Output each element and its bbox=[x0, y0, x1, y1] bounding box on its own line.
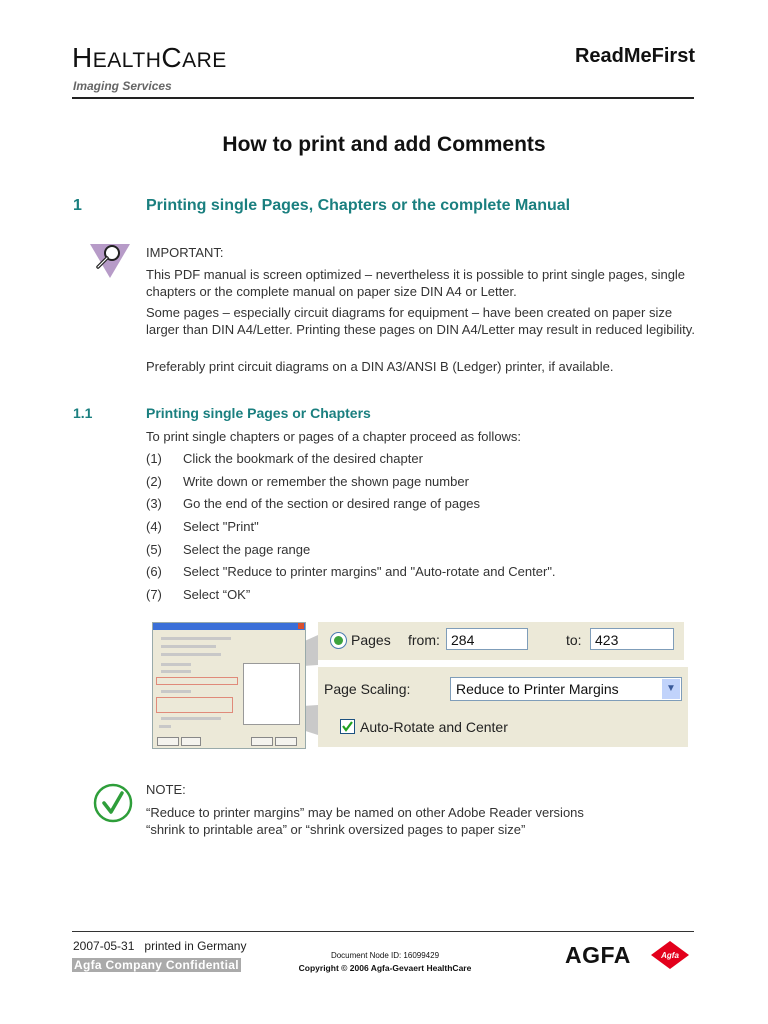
step-number: (7) bbox=[146, 587, 162, 603]
thumb-line bbox=[161, 645, 216, 648]
note-text: “Reduce to printer margins” may be named… bbox=[146, 805, 706, 838]
brand-letters: EALTH bbox=[92, 49, 162, 72]
pages-label: Pages bbox=[351, 632, 391, 648]
step-text: Select "Reduce to printer margins" and "… bbox=[183, 564, 556, 580]
thumb-line bbox=[161, 663, 191, 666]
note-line: “Reduce to printer margins” may be named… bbox=[146, 805, 584, 820]
note-label: NOTE: bbox=[146, 782, 186, 797]
checkmark-circle-icon bbox=[92, 782, 134, 824]
from-page-input[interactable]: 284 bbox=[446, 628, 528, 650]
page-range-panel: Pages from: 284 to: 423 bbox=[318, 622, 684, 660]
doc-label: ReadMeFirst bbox=[574, 45, 695, 67]
important-paragraph: Some pages – especially circuit diagrams… bbox=[146, 305, 695, 337]
close-icon bbox=[298, 623, 304, 629]
list-item: (1) Click the bookmark of the desired cha… bbox=[146, 451, 556, 474]
brand-letter: H bbox=[72, 42, 93, 73]
step-text: Go the end of the section or desired ran… bbox=[183, 496, 481, 512]
important-label: IMPORTANT: bbox=[146, 245, 224, 260]
thumb-line bbox=[161, 637, 231, 640]
pages-radio[interactable] bbox=[330, 632, 347, 649]
step-number: (6) bbox=[146, 564, 162, 580]
brand-letters: ARE bbox=[182, 49, 227, 72]
thumb-button bbox=[275, 737, 297, 746]
thumb-preview bbox=[243, 663, 300, 725]
list-item: (6) Select "Reduce to printer margins" an… bbox=[146, 564, 556, 587]
thumb-line bbox=[161, 690, 191, 693]
important-paragraph: Preferably print circuit diagrams on a D… bbox=[146, 359, 614, 374]
steps-list: (1) Click the bookmark of the desired cha… bbox=[146, 451, 556, 610]
agfa-badge-text: Agfa bbox=[660, 951, 679, 960]
section-heading: Printing single Pages, Chapters or the c… bbox=[146, 197, 571, 214]
thumb-line bbox=[159, 725, 171, 728]
page-scaling-label: Page Scaling: bbox=[324, 681, 411, 697]
thumb-line bbox=[161, 670, 191, 673]
thumb-highlight-box bbox=[156, 697, 233, 713]
step-text: Click the bookmark of the desired chapte… bbox=[183, 451, 423, 466]
step-number: (4) bbox=[146, 519, 162, 535]
thumb-line bbox=[161, 717, 221, 720]
agfa-logo-text: AGFA bbox=[565, 942, 631, 968]
step-text: Select “OK” bbox=[183, 587, 251, 603]
page-title: How to print and add Comments bbox=[222, 133, 546, 156]
thumb-button bbox=[251, 737, 273, 746]
footer-divider bbox=[72, 931, 694, 932]
to-page-input[interactable]: 423 bbox=[590, 628, 674, 650]
auto-rotate-checkbox[interactable] bbox=[340, 719, 355, 734]
page-scaling-select[interactable]: Reduce to Printer Margins ▼ bbox=[450, 677, 682, 701]
document-node-id: Document Node ID: 16099429 bbox=[330, 951, 440, 960]
from-label: from: bbox=[408, 632, 440, 648]
step-text: Write down or remember the shown page nu… bbox=[183, 473, 469, 489]
page-scaling-value: Reduce to Printer Margins bbox=[456, 681, 619, 697]
header-divider bbox=[72, 97, 694, 99]
step-text: Select "Print" bbox=[183, 519, 259, 535]
step-number: (2) bbox=[146, 473, 162, 489]
thumb-line bbox=[161, 653, 221, 656]
brand-healthcare: HEALTHCARE bbox=[72, 44, 227, 72]
auto-rotate-label: Auto-Rotate and Center bbox=[360, 719, 508, 735]
steps-intro: To print single chapters or pages of a c… bbox=[146, 429, 522, 444]
copyright: Copyright © 2006 Agfa-Gevaert HealthCare bbox=[298, 963, 472, 973]
confidential-badge: Agfa Company Confidential bbox=[72, 958, 241, 972]
print-dialog-thumbnail bbox=[152, 622, 306, 749]
footer-date: 2007-05-31 printed in Germany bbox=[73, 939, 246, 953]
list-item: (2) Write down or remember the shown page… bbox=[146, 474, 556, 497]
checkmark-icon bbox=[342, 721, 353, 732]
to-label: to: bbox=[566, 632, 582, 648]
list-item: (7) Select “OK” bbox=[146, 587, 556, 610]
agfa-logo-icon: Agfa bbox=[650, 940, 690, 970]
magnifier-warning-icon bbox=[88, 240, 132, 280]
thumb-button bbox=[157, 737, 179, 746]
note-line: “shrink to printable area” or “shrink ov… bbox=[146, 821, 526, 837]
step-number: (3) bbox=[146, 496, 162, 512]
chevron-down-icon[interactable]: ▼ bbox=[662, 679, 680, 699]
list-item: (5) Select the page range bbox=[146, 542, 556, 565]
important-paragraph: This PDF manual is screen optimized – ne… bbox=[146, 267, 686, 299]
thumb-button bbox=[181, 737, 201, 746]
page-handling-panel: Page Scaling: Reduce to Printer Margins … bbox=[318, 667, 688, 747]
brand-letter: C bbox=[161, 42, 183, 73]
subsection-number: 1.1 bbox=[73, 405, 93, 421]
brand-subtitle: Imaging Services bbox=[73, 79, 172, 93]
date-value: 2007-05-31 bbox=[73, 939, 135, 953]
step-text: Select the page range bbox=[183, 541, 311, 557]
step-number: (5) bbox=[146, 541, 162, 557]
thumb-highlight-box bbox=[156, 677, 238, 685]
printed-label: printed in Germany bbox=[144, 939, 247, 953]
list-item: (4) Select "Print" bbox=[146, 519, 556, 542]
step-number: (1) bbox=[146, 451, 162, 466]
dialog-titlebar bbox=[153, 623, 305, 630]
section-number: 1 bbox=[73, 197, 82, 214]
subsection-heading: Printing single Pages or Chapters bbox=[146, 405, 371, 421]
list-item: (3) Go the end of the section or desired … bbox=[146, 496, 556, 519]
